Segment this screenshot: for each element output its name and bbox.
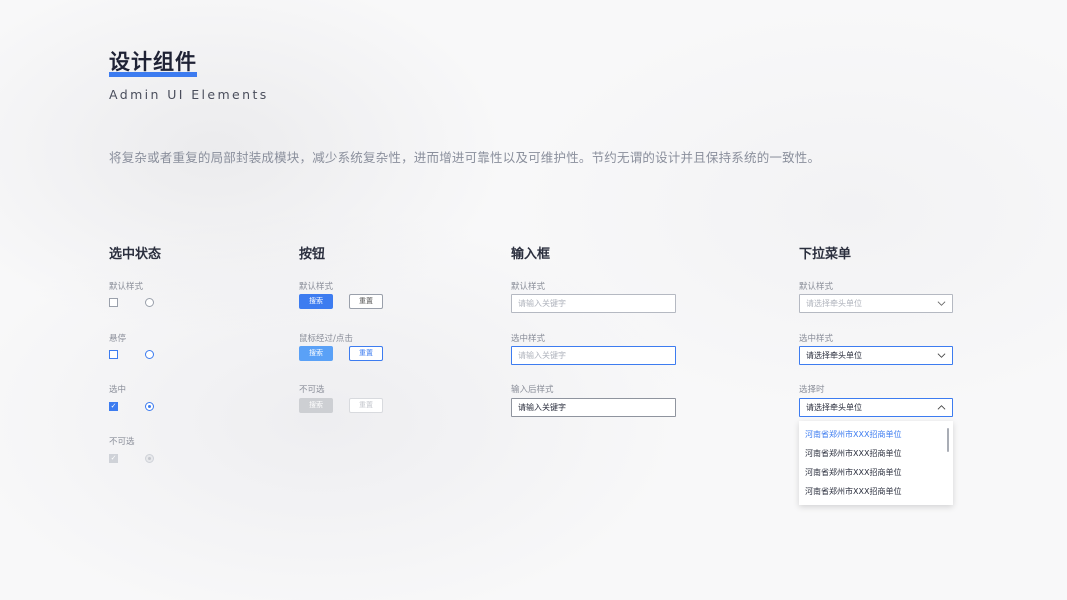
checkbox-hover[interactable] (109, 350, 118, 359)
unit-select-open[interactable]: 请选择牵头单位 (799, 398, 953, 417)
radio-hover[interactable] (145, 350, 154, 359)
selection-section: 选中状态 默认样式 悬停 选中 ✓ 不可选 ✓ (109, 246, 229, 476)
search-button[interactable]: 搜索 (299, 294, 333, 309)
unit-dropdown-menu: 河南省郑州市XXX招商单位 河南省郑州市XXX招商单位 河南省郑州市XXX招商单… (799, 421, 953, 505)
check-icon: ✓ (110, 402, 117, 410)
page-subtitle: Admin UI Elements (109, 87, 269, 102)
select-value: 请选择牵头单位 (806, 351, 862, 360)
selects-section: 下拉菜单 默认样式 请选择牵头单位 选中样式 请选择牵头单位 选择时 请选择牵头… (799, 246, 959, 508)
inputs-heading: 输入框 (511, 247, 551, 262)
selection-hover-label: 悬停 (109, 334, 127, 344)
keyword-input-focus[interactable]: 请输入关键字 (511, 346, 676, 365)
unit-select-focus[interactable]: 请选择牵头单位 (799, 346, 953, 365)
inputs-filled-label: 输入后样式 (511, 385, 554, 395)
unit-select-default[interactable]: 请选择牵头单位 (799, 294, 953, 313)
selects-focus-label: 选中样式 (799, 334, 834, 344)
dropdown-scrollbar[interactable] (947, 428, 949, 452)
chevron-down-icon (937, 301, 946, 306)
dropdown-option[interactable]: 河南省郑州市XXX招商单位 (805, 448, 901, 459)
checkbox-disabled: ✓ (109, 454, 118, 463)
reset-button-disabled: 重置 (349, 398, 383, 413)
selection-heading: 选中状态 (109, 247, 162, 262)
selects-heading: 下拉菜单 (799, 247, 852, 262)
reset-button-hover[interactable]: 重置 (349, 346, 383, 361)
radio-disabled (145, 454, 154, 463)
selection-default-label: 默认样式 (109, 282, 144, 292)
select-value: 请选择牵头单位 (806, 299, 862, 308)
page-title-wrap: 设计组件 (109, 48, 197, 77)
inputs-default-label: 默认样式 (511, 282, 546, 292)
dropdown-option[interactable]: 河南省郑州市XXX招商单位 (805, 467, 901, 478)
inputs-focus-label: 选中样式 (511, 334, 546, 344)
check-icon: ✓ (110, 454, 117, 462)
keyword-input-default[interactable]: 请输入关键字 (511, 294, 676, 313)
checkbox-default[interactable] (109, 298, 118, 307)
buttons-default-label: 默认样式 (299, 282, 334, 292)
selects-default-label: 默认样式 (799, 282, 834, 292)
select-value: 请选择牵头单位 (806, 403, 862, 412)
selection-disabled-label: 不可选 (109, 437, 135, 447)
radio-checked[interactable] (145, 402, 154, 411)
buttons-heading: 按钮 (299, 247, 326, 262)
buttons-section: 按钮 默认样式 搜索 重置 鼠标经过/点击 搜索 重置 不可选 搜索 重置 (299, 246, 439, 426)
selects-open-label: 选择时 (799, 385, 825, 395)
page-description: 将复杂或者重复的局部封装成模块，减少系统复杂性，进而增进可靠性以及可维护性。节约… (109, 150, 821, 165)
buttons-disabled-label: 不可选 (299, 385, 325, 395)
buttons-hover-label: 鼠标经过/点击 (299, 334, 353, 344)
search-button-disabled: 搜索 (299, 398, 333, 413)
search-button-hover[interactable]: 搜索 (299, 346, 333, 361)
keyword-input-filled[interactable]: 请输入关键字 (511, 398, 676, 417)
chevron-up-icon (937, 405, 946, 410)
page-title: 设计组件 (109, 50, 197, 77)
selection-checked-label: 选中 (109, 385, 127, 395)
radio-default[interactable] (145, 298, 154, 307)
dropdown-option[interactable]: 河南省郑州市XXX招商单位 (805, 486, 901, 497)
checkbox-checked[interactable]: ✓ (109, 402, 118, 411)
chevron-down-icon (937, 353, 946, 358)
inputs-section: 输入框 默认样式 请输入关键字 选中样式 请输入关键字 输入后样式 请输入关键字 (511, 246, 681, 426)
dropdown-option[interactable]: 河南省郑州市XXX招商单位 (805, 429, 901, 440)
reset-button[interactable]: 重置 (349, 294, 383, 309)
